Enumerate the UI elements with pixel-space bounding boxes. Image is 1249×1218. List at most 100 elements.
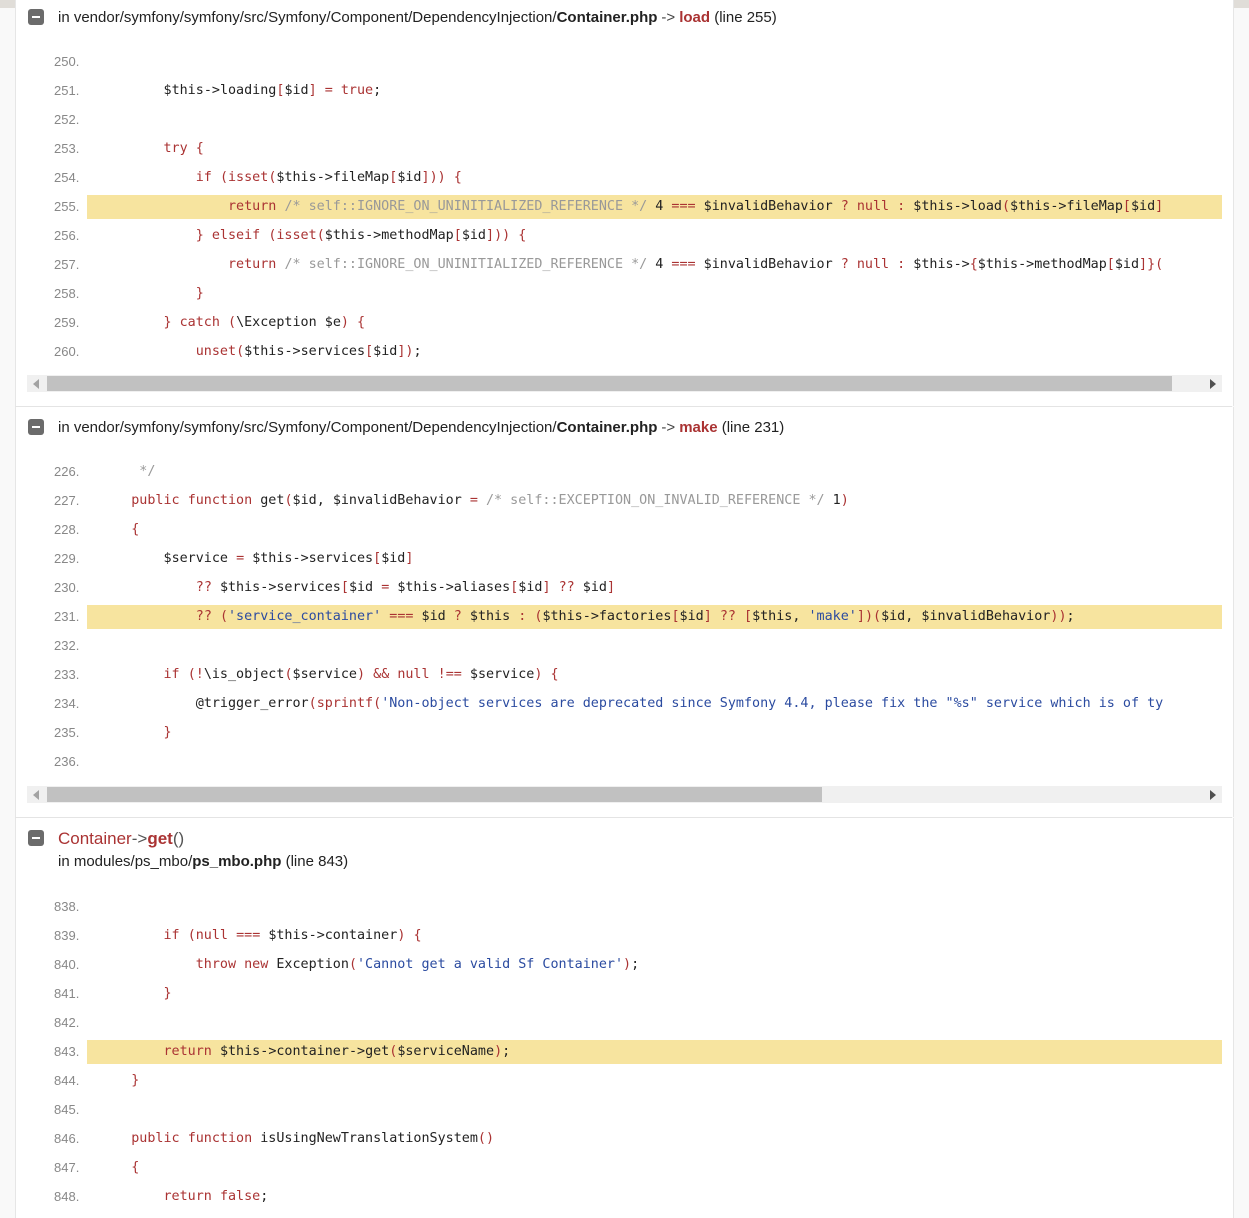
source-code: } [163,986,172,1001]
code-line: 258. } [16,282,1233,306]
file-path-prefix: in vendor/symfony/symfony/src/Symfony/Co… [58,419,557,436]
source-code: */ [99,464,156,479]
line-number: 253. [54,141,80,156]
code-line: 843. return $this->container->get($servi… [16,1040,1233,1064]
code-line: 260. unset($this->services[$id]); [16,340,1233,364]
code-line: 255. return /* self::IGNORE_ON_UNINITIAL… [16,195,1233,219]
trace-frame-2: in vendor/symfony/symfony/src/Symfony/Co… [15,407,1234,817]
code-line: 233. if (!\is_object($service) && null !… [16,663,1233,687]
source-code: unset($this->services[$id]); [195,344,422,359]
line-number: 250. [54,54,80,69]
line-number: 260. [54,344,80,359]
call-arrow: -> [661,9,676,26]
frame-header: Container->get() in modules/ps_mbo/ps_mb… [16,829,1233,874]
source-code: return $this->container->get($serviceNam… [163,1044,511,1059]
source-code: $this->loading[$id] = true; [163,83,382,98]
source-code: return /* self::IGNORE_ON_UNINITIALIZED_… [228,199,1164,214]
code-line: 257. return /* self::IGNORE_ON_UNINITIAL… [16,253,1233,277]
line-number: 252. [54,112,80,127]
scroll-left-icon[interactable] [33,379,39,389]
code-line: 228. { [16,518,1233,542]
source-code: if (!\is_object($service) && null !== $s… [163,667,559,682]
code-line: 847. { [16,1156,1233,1180]
code-line: 845. [16,1098,1233,1122]
source-code: ?? $this->services[$id = $this->aliases[… [195,580,615,595]
source-code: } [163,725,172,740]
source-code: { [131,522,140,537]
frame-header: in vendor/symfony/symfony/src/Symfony/Co… [16,417,1233,439]
line-info: (line 255) [714,9,777,26]
code-line: 232. [16,634,1233,658]
code-line: 251. $this->loading[$id] = true; [16,79,1233,103]
code-line: 841. } [16,982,1233,1006]
line-number: 256. [54,228,80,243]
code-line: 253. try { [16,137,1233,161]
source-code: public function isUsingNewTranslationSys… [131,1131,495,1146]
file-name: Container.php [556,419,658,436]
line-number: 236. [54,754,80,769]
line-number: 839. [54,928,80,943]
file-name: ps_mbo.php [192,853,282,870]
line-number: 842. [54,1015,80,1030]
line-number: 845. [54,1102,80,1117]
code-line: 254. if (isset($this->fileMap[$id])) { [16,166,1233,190]
line-number: 847. [54,1160,80,1175]
source-code: $service = $this->services[$id] [163,551,414,566]
source-code: } [131,1073,140,1088]
line-number: 228. [54,522,80,537]
source-code: return false; [163,1189,269,1204]
code-line: 236. [16,750,1233,774]
line-number: 846. [54,1131,80,1146]
scroll-right-icon[interactable] [1210,790,1216,800]
line-number: 258. [54,286,80,301]
collapse-icon[interactable] [28,830,44,846]
source-code: return /* self::IGNORE_ON_UNINITIALIZED_… [228,257,1164,272]
code-line: 229. $service = $this->services[$id] [16,547,1233,571]
scrollbar-thumb[interactable] [47,376,1172,391]
code-line: 230. ?? $this->services[$id = $this->ali… [16,576,1233,600]
source-code: try { [163,141,204,156]
function-name: make [679,419,718,436]
source-code: } elseif (isset($this->methodMap[$id])) … [195,228,527,243]
line-number: 229. [54,551,80,566]
trace-frame-3: Container->get() in modules/ps_mbo/ps_mb… [15,818,1234,1218]
code-line: 256. } elseif (isset($this->methodMap[$i… [16,224,1233,248]
line-number: 230. [54,580,80,595]
line-number: 231. [54,609,80,624]
call-arrow: -> [131,829,148,848]
file-path-prefix: in modules/ps_mbo/ [58,853,193,870]
scroll-left-icon[interactable] [33,790,39,800]
code-line: 234. @trigger_error(sprintf('Non-object … [16,692,1233,716]
scrollbar-thumb[interactable] [47,787,822,802]
collapse-icon[interactable] [28,9,44,25]
code-line: 226. */ [16,460,1233,484]
source-code: if (null === $this->container) { [163,928,422,943]
class-name: Container [58,829,132,848]
function-name: load [679,9,711,26]
line-number: 840. [54,957,80,972]
code-line: 250. [16,50,1233,74]
line-info: (line 843) [285,853,349,870]
code-line: 252. [16,108,1233,132]
method-name: get [147,829,173,848]
line-number: 227. [54,493,80,508]
line-number: 235. [54,725,80,740]
source-code: { [131,1160,140,1175]
frame-header: in vendor/symfony/symfony/src/Symfony/Co… [16,7,1233,29]
file-name: Container.php [556,9,658,26]
code-line: 838. [16,895,1233,919]
line-number: 226. [54,464,80,479]
code-line: 846. public function isUsingNewTranslati… [16,1127,1233,1151]
source-code: throw new Exception('Cannot get a valid … [195,957,640,972]
code-line: 227. public function get($id, $invalidBe… [16,489,1233,513]
line-info: (line 231) [721,419,785,436]
file-path-prefix: in vendor/symfony/symfony/src/Symfony/Co… [58,9,557,26]
line-number: 255. [54,199,80,214]
horizontal-scrollbar[interactable] [27,375,1222,392]
source-code: if (isset($this->fileMap[$id])) { [195,170,462,185]
source-code: @trigger_error(sprintf('Non-object servi… [195,696,1164,711]
code-line: 840. throw new Exception('Cannot get a v… [16,953,1233,977]
horizontal-scrollbar[interactable] [27,786,1222,803]
scroll-right-icon[interactable] [1210,379,1216,389]
collapse-icon[interactable] [28,419,44,435]
